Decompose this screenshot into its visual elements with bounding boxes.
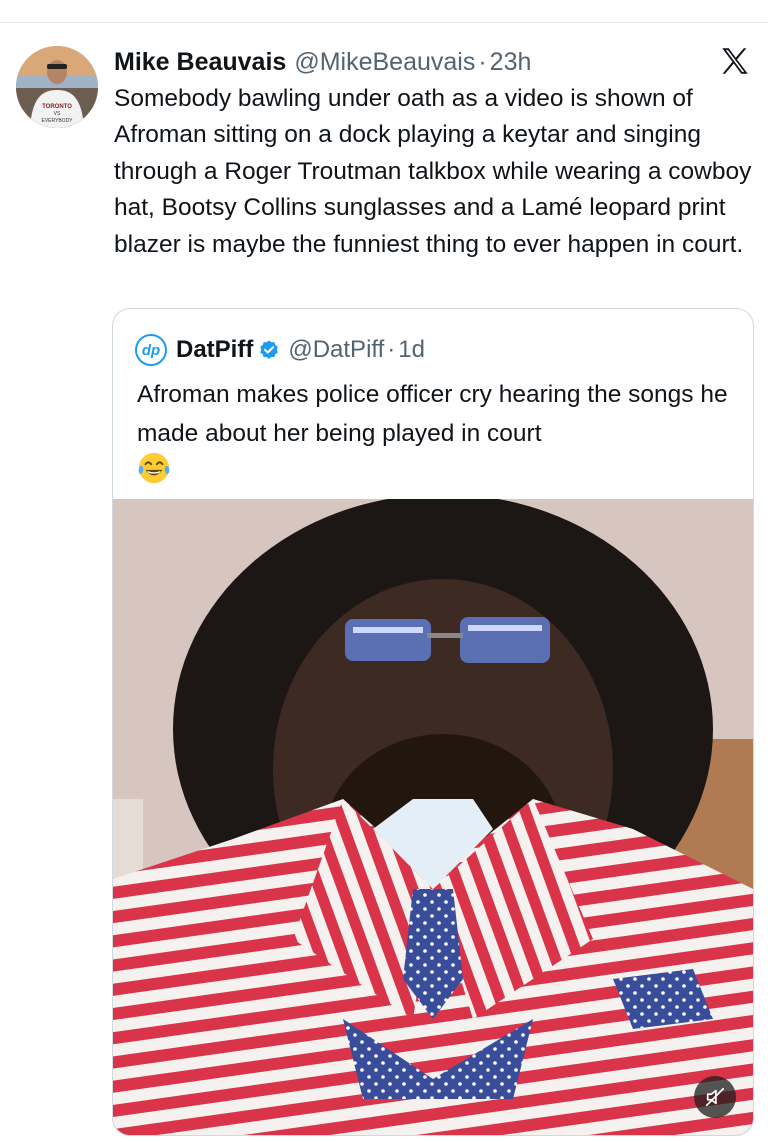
svg-text:VS: VS: [54, 111, 61, 117]
author-handle[interactable]: @MikeBeauvais: [294, 48, 475, 77]
video-media[interactable]: [113, 499, 753, 1135]
x-logo-icon-svg: [722, 48, 748, 74]
quoted-author-display-name[interactable]: DatPiff: [176, 336, 253, 364]
quoted-tweet-header: dp DatPiff @DatPiff · 1d: [135, 334, 425, 366]
tweet-timestamp[interactable]: 23h: [490, 48, 532, 77]
tweet-header: Mike Beauvais @MikeBeauvais · 23h: [114, 42, 531, 82]
face-with-tears-of-joy-icon: [138, 452, 170, 484]
quoted-author-handle[interactable]: @DatPiff: [288, 336, 384, 364]
quoted-tweet-text: Afroman makes police officer cry hearing…: [137, 381, 728, 447]
separator-dot: ·: [478, 47, 487, 76]
video-frame-image: [113, 499, 753, 1135]
tweet-text: Somebody bawling under oath as a video i…: [114, 85, 752, 258]
verified-badge-icon: [260, 340, 279, 359]
svg-text:TORONTO: TORONTO: [42, 104, 72, 110]
quoted-tweet-timestamp[interactable]: 1d: [398, 336, 425, 364]
author-avatar-image: TORONTO VS EVERYBODY: [16, 46, 98, 128]
mute-button[interactable]: [694, 1076, 736, 1118]
quoted-tweet-card[interactable]: dp DatPiff @DatPiff · 1d Afroman makes p…: [112, 308, 754, 1136]
speaker-muted-icon: [705, 1087, 725, 1107]
svg-text:EVERYBODY: EVERYBODY: [41, 118, 73, 124]
x-logo-icon[interactable]: [718, 44, 752, 78]
author-display-name[interactable]: Mike Beauvais: [114, 48, 286, 77]
author-avatar[interactable]: TORONTO VS EVERYBODY: [16, 46, 98, 128]
quoted-separator-dot: ·: [387, 336, 396, 363]
top-divider: [0, 22, 768, 23]
quoted-author-avatar[interactable]: dp: [135, 334, 167, 366]
